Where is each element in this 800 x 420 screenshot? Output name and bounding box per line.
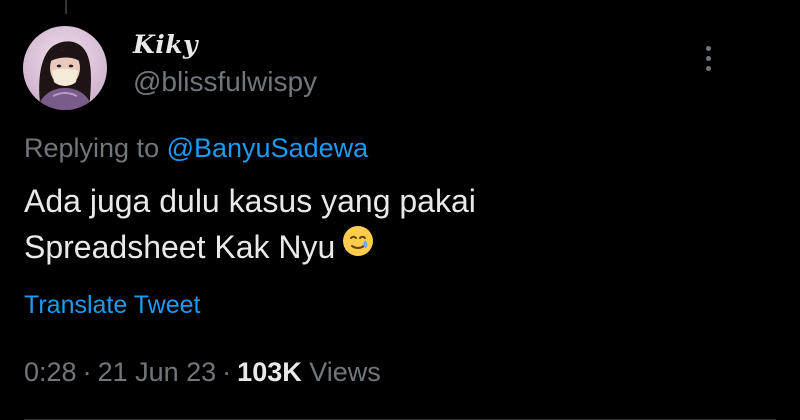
display-name[interactable]: Kiky [133, 30, 198, 59]
views-count[interactable]: 103K [237, 357, 302, 387]
user-handle[interactable]: @blissfulwispy [133, 66, 317, 98]
replying-to-label: Replying to [24, 133, 160, 163]
replying-to: Replying to @BanyuSadewa [24, 133, 368, 164]
translate-tweet-link[interactable]: Translate Tweet [24, 291, 200, 320]
smiling-face-with-tear-emoji-icon [341, 224, 375, 270]
tweet-text-line: Ada juga dulu kasus yang pakai [24, 183, 476, 219]
thread-connector-line [65, 0, 67, 14]
views-label[interactable]: Views [309, 357, 381, 387]
avatar[interactable] [23, 26, 107, 110]
tweet-meta: 0:28 · 21 Jun 23 · 103K Views [24, 357, 381, 388]
tweet-text-line-with-emoji: Spreadsheet Kak Nyu [24, 224, 724, 273]
tweet-time[interactable]: 0:28 [24, 357, 77, 387]
meta-separator: · [82, 357, 92, 387]
tweet-detail: Kiky @blissfulwispy Replying to @BanyuSa… [0, 0, 800, 420]
reply-mention-link[interactable]: @BanyuSadewa [167, 133, 369, 163]
more-dot [705, 65, 711, 71]
meta-separator: · [222, 357, 232, 387]
more-dot [705, 55, 711, 61]
tweet-text-line: Spreadsheet Kak Nyu [24, 229, 336, 265]
tweet-text: Ada juga dulu kasus yang pakai Spreadshe… [24, 178, 724, 273]
tweet-date[interactable]: 21 Jun 23 [98, 357, 217, 387]
more-vertical-icon[interactable] [694, 40, 722, 76]
more-dot [705, 45, 711, 51]
